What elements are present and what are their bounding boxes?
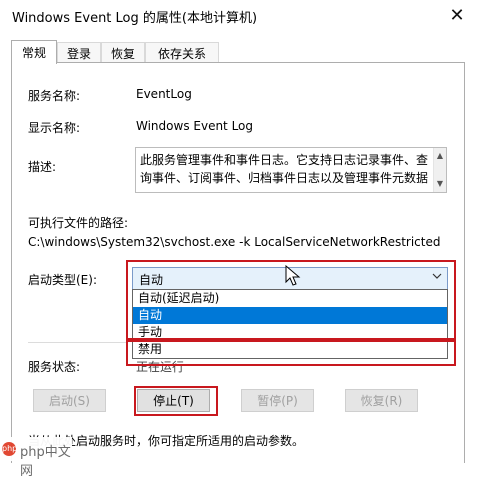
close-button[interactable]: ✕ [437,0,477,31]
tab-recovery[interactable]: 恢复 [101,42,145,63]
service-status-value: 正在运行 [136,360,185,374]
display-name-value: Windows Event Log [136,119,254,133]
startup-type-label: 启动类型(E): [28,273,97,287]
tab-dependencies[interactable]: 依存关系 [145,42,219,63]
watermark-text: php中文网 [20,445,71,479]
tab-logon[interactable]: 登录 [57,42,101,63]
title-bar: Windows Event Log 的属性(本地计算机) ✕ [0,0,477,31]
mouse-cursor-icon [285,265,301,286]
site-watermark: php php中文网 [0,437,72,479]
scroll-up-icon[interactable]: ▲ [434,150,446,162]
start-button[interactable]: 启动(S) [33,389,106,412]
resume-button[interactable]: 恢复(R) [345,389,418,412]
scroll-down-icon[interactable]: ▼ [434,178,446,190]
display-name-label: 显示名称: [28,121,81,135]
option-auto[interactable]: 自动 [133,307,447,324]
service-name-value: EventLog [136,87,192,101]
option-auto-delayed[interactable]: 自动(延迟启动) [133,290,447,307]
startup-type-dropdown: 自动(延迟启动) 自动 手动 禁用 [132,289,448,359]
description-box[interactable]: 此服务管理事件和事件日志。它支持日志记录事件、查询事件、订阅事件、归档事件日志以… [135,147,447,193]
php-logo-icon: php [2,442,17,456]
description-text: 此服务管理事件和事件日志。它支持日志记录事件、查询事件、订阅事件、归档事件日志以… [140,153,429,185]
description-scrollbar[interactable]: ▲ ▼ [433,148,446,192]
pause-button[interactable]: 暂停(P) [241,389,314,412]
tab-general[interactable]: 常规 [11,40,57,64]
option-manual[interactable]: 手动 [133,324,447,341]
startup-type-value: 自动 [139,273,164,287]
close-icon: ✕ [449,5,465,26]
executable-path-value: C:\windows\System32\svchost.exe -k Local… [28,235,441,249]
description-label: 描述: [28,160,57,174]
option-disabled[interactable]: 禁用 [133,341,447,358]
window-title: Windows Event Log 的属性(本地计算机) [12,11,258,26]
chevron-down-icon[interactable] [431,271,443,285]
stop-button[interactable]: 停止(T) [137,389,210,412]
section-divider [28,342,128,343]
service-status-label: 服务状态: [28,360,81,374]
executable-path-label: 可执行文件的路径: [28,216,129,230]
service-name-label: 服务名称: [28,89,81,103]
